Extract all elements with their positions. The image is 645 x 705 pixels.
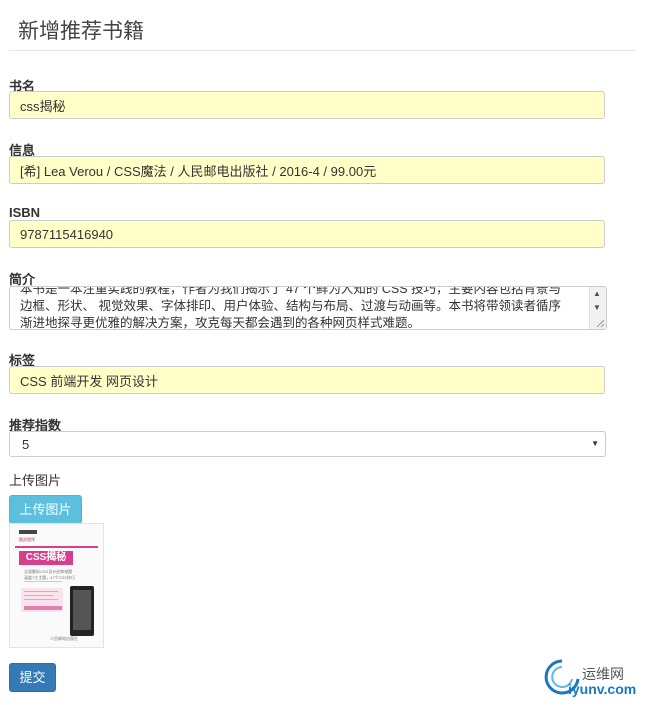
publisher-logo: [19, 530, 37, 534]
book-name-input[interactable]: [9, 91, 605, 119]
resize-handle-icon[interactable]: [596, 319, 605, 328]
tags-input[interactable]: [9, 366, 605, 394]
cover-device-screen: [73, 590, 91, 630]
isbn-input[interactable]: [9, 220, 605, 248]
intro-line: 渐进地探寻更优雅的解决方案，攻克每天都会遇到的各种网页样式难题。: [20, 316, 421, 330]
cover-series-badge: 图灵程序: [19, 537, 35, 542]
cover-text-line: [24, 599, 58, 600]
scroll-down-arrow-icon[interactable]: ▼: [593, 303, 601, 312]
cover-feature-label: [24, 606, 62, 610]
book-cover-image: 图灵程序 CSS揭秘 全面解析CSS设计经典难题 涵盖7大主题，47个CSS技巧…: [9, 523, 104, 648]
dropdown-arrow-icon: ▼: [591, 439, 599, 448]
rating-select[interactable]: 5 ▼: [9, 431, 606, 457]
cover-publisher: 人民邮电出版社: [50, 636, 78, 641]
isbn-label: ISBN: [9, 205, 41, 220]
cover-text-line: [24, 591, 58, 592]
title-divider: [9, 50, 636, 51]
cover-title: CSS揭秘: [19, 551, 73, 565]
page-title: 新增推荐书籍: [18, 20, 144, 43]
intro-text: 本书是一本注重实践的教程，作者为我们揭示了 47 个鲜为人知的 CSS 技巧，主…: [20, 286, 586, 330]
cover-accent-bar: [15, 546, 98, 548]
intro-textarea[interactable]: 本书是一本注重实践的教程，作者为我们揭示了 47 个鲜为人知的 CSS 技巧，主…: [9, 286, 607, 330]
cover-text-line: [24, 581, 62, 582]
rating-select-value: 5: [22, 437, 30, 452]
watermark-url: iyunv.com: [568, 681, 637, 697]
intro-line: 边框、形状、 视觉效果、字体排印、用户体验、结构与布局、过渡与动画等。本书将带领…: [20, 299, 561, 313]
upload-label: 上传图片: [9, 473, 62, 488]
book-info-input[interactable]: [9, 156, 605, 184]
submit-button[interactable]: 提交: [9, 663, 56, 692]
intro-line: 本书是一本注重实践的教程，作者为我们揭示了 47 个鲜为人知的 CSS 技巧，主…: [20, 286, 561, 296]
cover-text-line: [24, 595, 54, 596]
upload-image-button[interactable]: 上传图片: [9, 495, 82, 524]
scroll-up-arrow-icon[interactable]: ▲: [593, 289, 601, 298]
